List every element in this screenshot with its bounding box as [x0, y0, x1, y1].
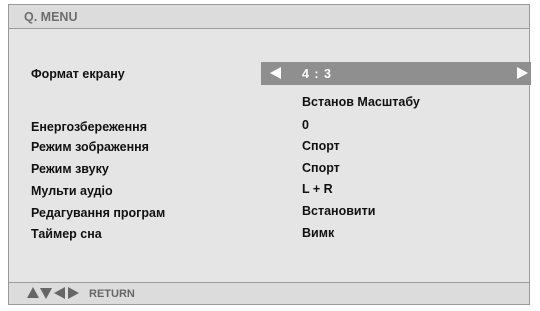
sleep-timer-value[interactable]: Вимк [302, 226, 334, 240]
return-label: RETURN [89, 288, 135, 300]
left-arrow-icon [54, 287, 65, 299]
right-arrow-icon[interactable] [517, 67, 528, 79]
menu-title: Q. MENU [24, 10, 78, 24]
program-edit-label[interactable]: Редагування програм [31, 206, 165, 220]
sound-mode-value[interactable]: Спорт [302, 161, 340, 175]
zoom-setting-value[interactable]: Встанов Масштабу [302, 95, 420, 109]
left-arrow-icon[interactable] [270, 67, 281, 79]
sleep-timer-label[interactable]: Таймер сна [31, 227, 102, 241]
quick-menu-panel: Q. MENU Формат екрану 4 : 3 Встанов Масш… [8, 4, 531, 305]
multi-audio-value[interactable]: L + R [302, 182, 333, 196]
energy-saving-value[interactable]: 0 [302, 118, 309, 132]
footer-bar: RETURN [9, 282, 529, 304]
picture-mode-label[interactable]: Режим зображення [31, 140, 149, 154]
program-edit-value[interactable]: Встановити [302, 204, 375, 218]
screen-format-label[interactable]: Формат екрану [31, 67, 125, 81]
down-arrow-icon [40, 288, 52, 299]
multi-audio-label[interactable]: Мульти аудіо [31, 184, 113, 198]
right-arrow-icon [68, 287, 79, 299]
screen-format-selector[interactable]: 4 : 3 [261, 62, 531, 85]
up-arrow-icon [27, 287, 39, 298]
title-bar: Q. MENU [9, 5, 529, 29]
sound-mode-label[interactable]: Режим звуку [31, 162, 109, 176]
picture-mode-value[interactable]: Спорт [302, 139, 340, 153]
energy-saving-label[interactable]: Енергозбереження [31, 120, 147, 134]
screen-format-value: 4 : 3 [302, 67, 333, 81]
